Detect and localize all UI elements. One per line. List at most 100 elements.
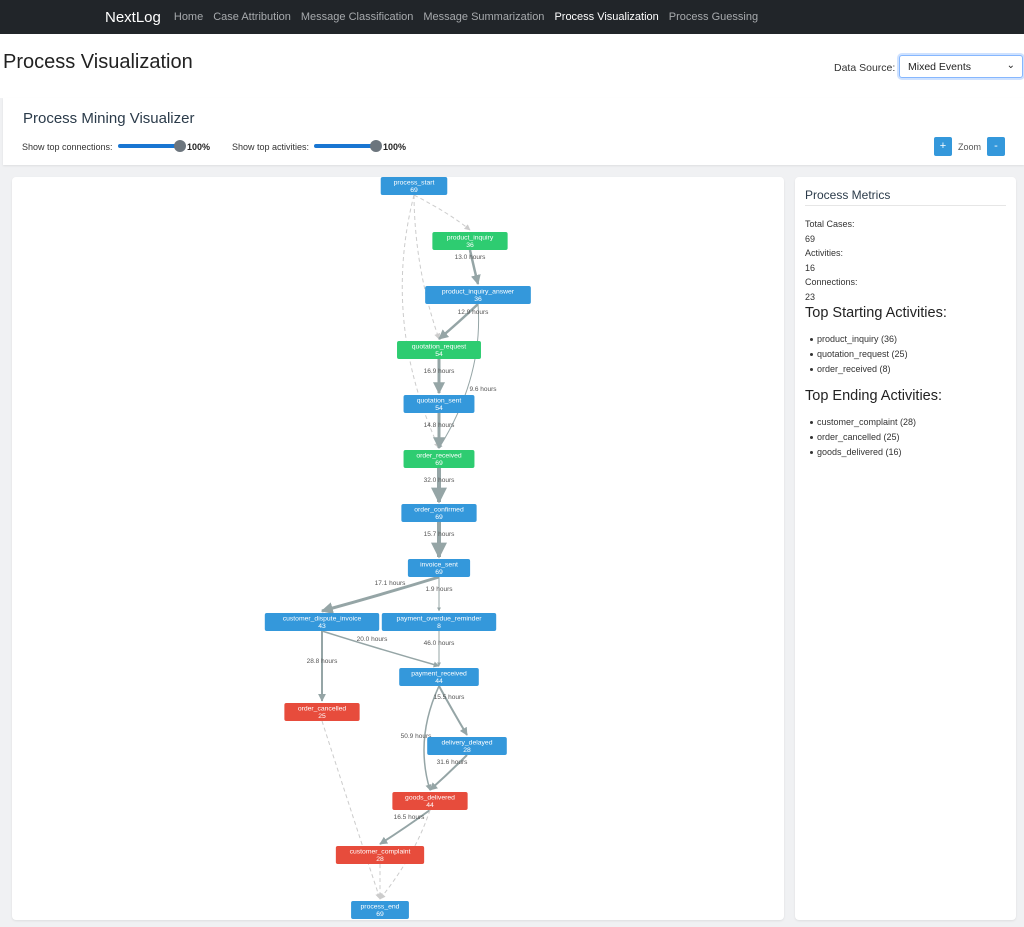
process-node-invoice-sent[interactable]: invoice_sent69: [407, 559, 471, 577]
process-node-order-confirmed[interactable]: order_confirmed69: [401, 504, 477, 522]
process-node-process-end[interactable]: process_end69: [351, 901, 409, 919]
activities-count: 16: [805, 263, 816, 273]
node-label: customer_complaint: [350, 849, 411, 856]
node-label: order_cancelled: [298, 706, 347, 713]
brand-logo[interactable]: NextLog: [105, 9, 161, 26]
nav-link-process-guessing[interactable]: Process Guessing: [669, 11, 758, 23]
node-count: 69: [435, 460, 443, 467]
node-count: 54: [435, 351, 443, 358]
node-count: 69: [376, 911, 384, 918]
ending-activity-item: customer_complaint (28): [809, 417, 917, 427]
edge-duration-label: 16.9 hours: [424, 368, 455, 375]
node-label: customer_dispute_invoice: [283, 616, 362, 623]
node-count: 54: [435, 405, 443, 412]
node-label: quotation_sent: [417, 398, 462, 405]
connections-slider-thumb[interactable]: [174, 140, 186, 152]
process-node-payment-received[interactable]: payment_received44: [399, 668, 479, 686]
nav-link-case-attribution[interactable]: Case Attribution: [213, 11, 291, 23]
process-node-order-received[interactable]: order_received69: [403, 450, 475, 468]
process-node-customer-complaint[interactable]: customer_complaint28: [335, 846, 425, 864]
process-node-process-start[interactable]: process_start69: [380, 177, 448, 195]
activities-slider-thumb[interactable]: [370, 140, 382, 152]
edge-duration-label: 14.8 hours: [424, 422, 455, 429]
zoom-label: Zoom: [958, 142, 982, 152]
nav-link-process-visualization[interactable]: Process Visualization: [554, 11, 658, 23]
node-label: quotation_request: [412, 344, 467, 351]
node-label: product_inquiry_answer: [442, 289, 515, 296]
connections-slider-label: Show top connections:: [22, 142, 113, 152]
nav-link-message-classification[interactable]: Message Classification: [301, 11, 414, 23]
graph-edge-labels: 13.0 hours 12.9 hours 16.9 hours 9.6 hours 1…: [307, 254, 498, 821]
chevron-down-icon: ⌄: [1006, 60, 1015, 71]
page-title: Process Visualization: [3, 51, 193, 73]
activities-slider-label: Show top activities:: [232, 142, 310, 152]
activities-value: 100%: [383, 142, 407, 152]
edge-duration-label: 28.8 hours: [307, 658, 338, 665]
visualizer-title: Process Mining Visualizer: [23, 110, 195, 127]
ending-activity-item: goods_delivered (16): [810, 447, 902, 457]
node-count: 44: [426, 802, 434, 809]
graph-edge: [321, 720, 382, 900]
node-count: 28: [463, 747, 471, 754]
process-node-payment-overdue-reminder[interactable]: payment_overdue_reminder8: [381, 613, 497, 631]
node-label: payment_overdue_reminder: [396, 616, 482, 623]
node-label: delivery_delayed: [441, 740, 492, 747]
edge-duration-label: 20.0 hours: [357, 636, 388, 643]
data-source-value: Mixed Events: [908, 61, 972, 73]
edge-duration-label: 9.6 hours: [469, 386, 497, 393]
ending-activity-item: order_cancelled (25): [810, 432, 900, 442]
node-count: 28: [376, 856, 384, 863]
process-node-goods-delivered[interactable]: goods_delivered44: [392, 792, 468, 810]
node-label: process_start: [394, 180, 435, 187]
data-source-select[interactable]: Mixed Events ⌄: [899, 55, 1023, 78]
node-count: 69: [435, 569, 443, 576]
ending-activities-heading: Top Ending Activities:: [805, 388, 943, 404]
graph-edge: [413, 194, 441, 340]
process-node-delivery-delayed[interactable]: delivery_delayed28: [427, 737, 507, 755]
zoom-out-button[interactable]: -: [987, 137, 1005, 156]
connections-label: Connections:: [805, 277, 858, 287]
process-node-quotation-sent[interactable]: quotation_sent54: [403, 395, 475, 413]
connections-value: 100%: [187, 142, 211, 152]
process-node-quotation-request[interactable]: quotation_request54: [397, 341, 481, 359]
nav-link-home[interactable]: Home: [174, 11, 203, 23]
node-label: order_received: [416, 453, 462, 460]
process-graph[interactable]: 13.0 hours 12.9 hours 16.9 hours 9.6 hours 1…: [12, 177, 784, 920]
starting-activity-item: order_received (8): [810, 364, 891, 374]
zoom-in-button[interactable]: +: [934, 137, 952, 156]
navbar: NextLog Home Case Attribution Message Cl…: [0, 0, 1024, 34]
node-count: 25: [318, 713, 326, 720]
node-count: 44: [435, 678, 443, 685]
edge-duration-label: 17.1 hours: [375, 580, 406, 587]
process-node-customer-dispute-invoice[interactable]: customer_dispute_invoice43: [264, 613, 380, 631]
starting-activities-heading: Top Starting Activities:: [805, 305, 947, 321]
edge-duration-label: 16.5 hours: [394, 814, 425, 821]
starting-activity-item: product_inquiry (36): [809, 334, 898, 344]
graph-edge: [413, 194, 471, 231]
edge-duration-label: 12.9 hours: [458, 309, 489, 316]
total-cases-value: 69: [805, 234, 816, 244]
total-cases-label: Total Cases:: [805, 219, 855, 229]
data-source-label: Data Source:: [834, 62, 896, 74]
metrics-divider: [805, 205, 1006, 206]
node-count: 36: [466, 242, 474, 249]
edge-duration-label: 32.0 hours: [424, 477, 455, 484]
edge-duration-label: 31.6 hours: [437, 759, 468, 766]
graph-nodes: process_start69product_inquiry36product_…: [264, 177, 531, 919]
activities-slider[interactable]: [314, 140, 382, 152]
nav-link-message-summarization[interactable]: Message Summarization: [423, 11, 544, 23]
connections-count: 23: [805, 292, 816, 302]
connections-slider[interactable]: [118, 140, 186, 152]
edge-duration-label: 1.9 hours: [425, 586, 453, 593]
page-header: Process Visualization Data Source: Mixed…: [0, 34, 1024, 98]
node-label: invoice_sent: [420, 562, 458, 569]
process-node-product-inquiry-answer[interactable]: product_inquiry_answer36: [425, 286, 531, 304]
process-metrics-panel: Process Metrics Total Cases: 69 Activiti…: [795, 177, 1016, 920]
process-node-order-cancelled[interactable]: order_cancelled25: [284, 703, 360, 721]
process-node-product-inquiry[interactable]: product_inquiry36: [432, 232, 508, 250]
node-label: process_end: [361, 904, 400, 911]
node-count: 8: [437, 623, 441, 630]
process-graph-panel: 13.0 hours 12.9 hours 16.9 hours 9.6 hours 1…: [12, 177, 784, 920]
visualizer-controls: Process Mining Visualizer Show top conne…: [3, 98, 1024, 165]
node-count: 36: [474, 296, 482, 303]
